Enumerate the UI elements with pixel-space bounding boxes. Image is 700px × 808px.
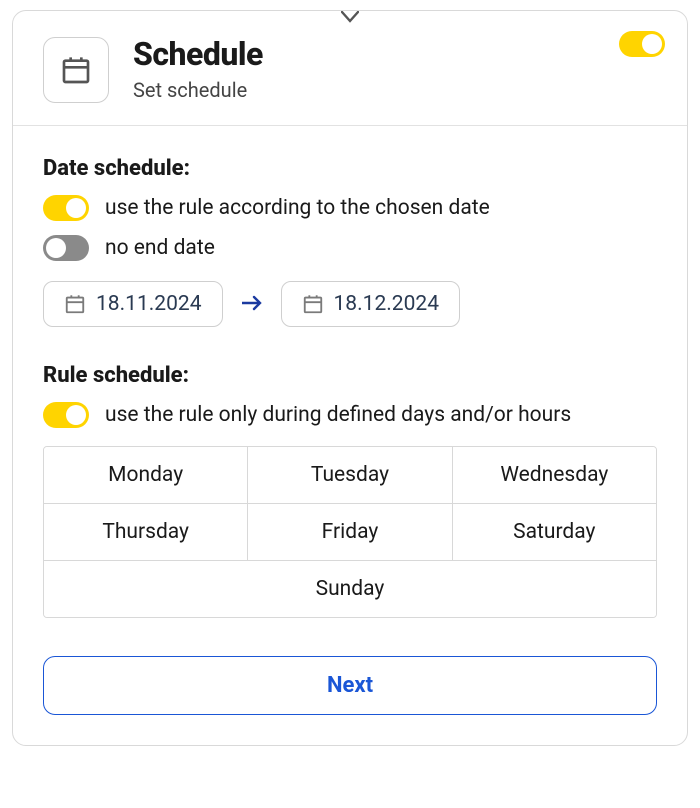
end-date-value: 18.12.2024: [334, 292, 440, 316]
next-button[interactable]: Next: [43, 656, 657, 715]
days-table: Monday Tuesday Wednesday Thursday Friday…: [43, 446, 657, 618]
day-thursday[interactable]: Thursday: [44, 504, 247, 560]
card-body: Date schedule: use the rule according to…: [13, 126, 687, 745]
start-date-input[interactable]: 18.11.2024: [43, 281, 223, 327]
day-monday[interactable]: Monday: [44, 447, 247, 503]
card-subtitle: Set schedule: [133, 78, 263, 102]
schedule-card: Schedule Set schedule Date schedule: use…: [12, 10, 688, 746]
calendar-icon: [43, 37, 109, 103]
calendar-icon: [302, 293, 324, 315]
day-sunday[interactable]: Sunday: [44, 561, 656, 617]
date-schedule-label: Date schedule:: [43, 156, 657, 181]
day-friday[interactable]: Friday: [247, 504, 451, 560]
rule-schedule-label: Rule schedule:: [43, 363, 657, 388]
arrow-right-icon: [241, 292, 263, 317]
use-date-rule-toggle[interactable]: [43, 195, 89, 221]
date-range-row: 18.11.2024 18.12.2024: [43, 281, 657, 327]
day-tuesday[interactable]: Tuesday: [247, 447, 451, 503]
use-rule-days-label: use the rule only during defined days an…: [105, 403, 571, 427]
card-title: Schedule: [133, 37, 263, 72]
card-header: Schedule Set schedule: [13, 11, 687, 126]
no-end-date-label: no end date: [105, 236, 215, 260]
use-date-rule-label: use the rule according to the chosen dat…: [105, 196, 490, 220]
end-date-input[interactable]: 18.12.2024: [281, 281, 461, 327]
day-wednesday[interactable]: Wednesday: [452, 447, 656, 503]
schedule-enable-toggle[interactable]: [619, 31, 665, 57]
start-date-value: 18.11.2024: [96, 292, 202, 316]
calendar-icon: [64, 293, 86, 315]
use-rule-days-toggle[interactable]: [43, 402, 89, 428]
no-end-date-toggle[interactable]: [43, 235, 89, 261]
day-saturday[interactable]: Saturday: [452, 504, 656, 560]
